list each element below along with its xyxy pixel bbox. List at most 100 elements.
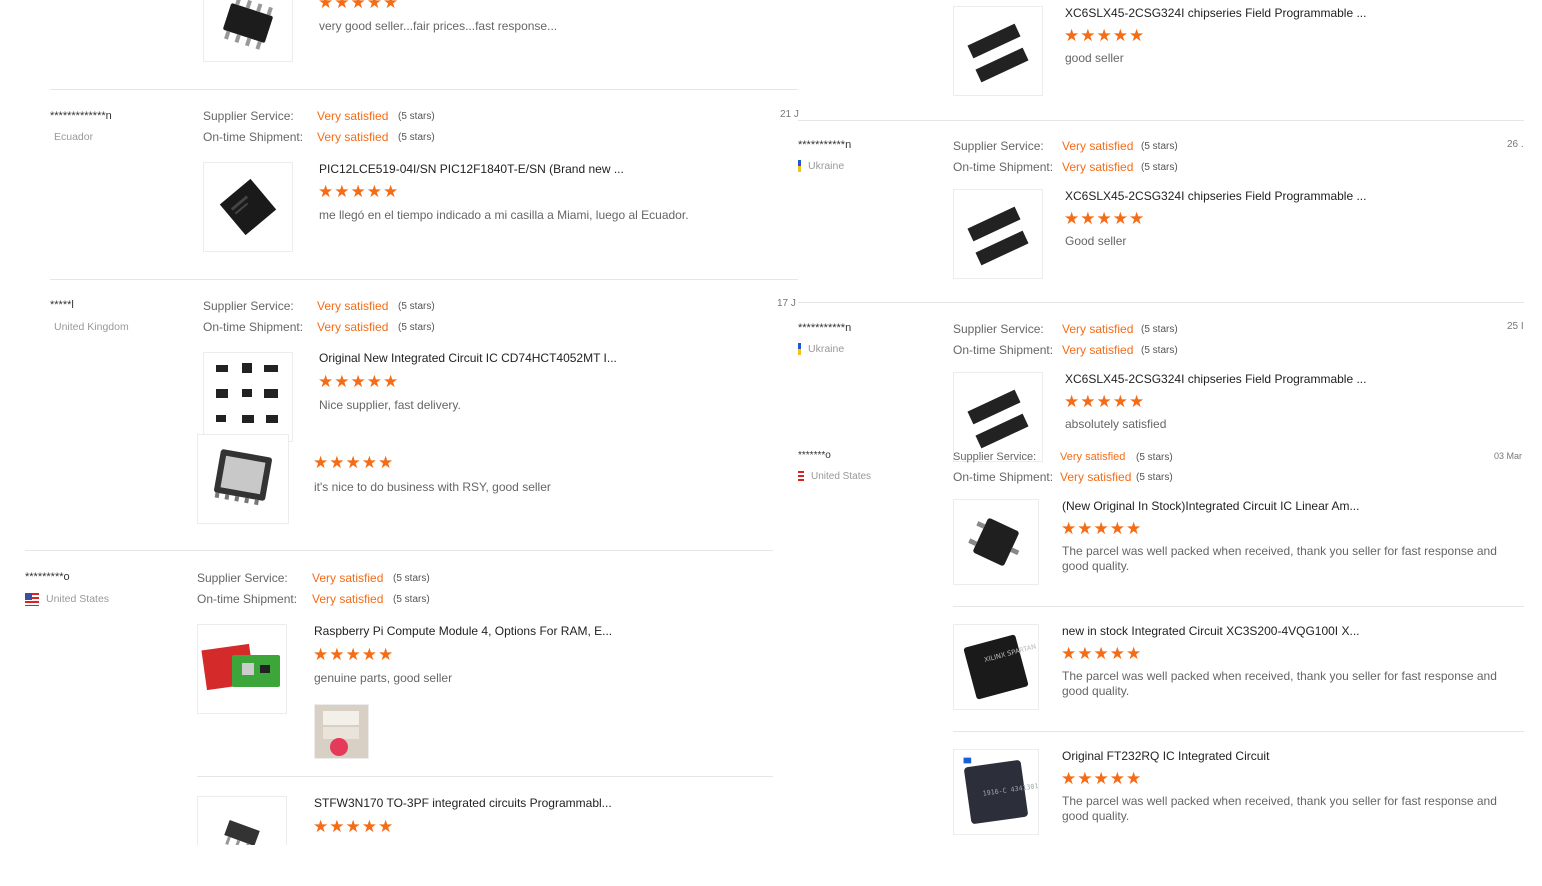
rating-stars: ★★★★★ (318, 372, 400, 391)
product-title[interactable]: XC6SLX45-2CSG324I chipseries Field Progr… (1065, 189, 1366, 203)
rating-stars: ★★★★★ (1064, 392, 1146, 411)
ukraine-flag-icon (798, 160, 801, 172)
reviewer-name: ***********n (798, 322, 852, 334)
supplier-service-label: Supplier Service: (953, 451, 1037, 463)
product-title[interactable]: PIC12LCE519-04I/SN PIC12F1840T-E/SN (Bra… (319, 162, 624, 176)
product-thumbnail[interactable] (203, 162, 293, 252)
review-photo[interactable] (314, 704, 369, 759)
divider (953, 606, 1524, 607)
product-title[interactable]: STFW3N170 TO-3PF integrated circuits Pro… (314, 796, 612, 810)
reviewer-name: *********o (25, 571, 70, 583)
star-count: (5 stars) (1141, 324, 1178, 335)
supplier-service-value: Very satisfied (317, 299, 389, 313)
supplier-service-value: Very satisfied (1062, 322, 1134, 336)
us-flag-icon (798, 471, 804, 483)
reviewer-country: United States (46, 593, 110, 605)
divider (50, 279, 798, 280)
product-thumbnail[interactable] (953, 372, 1043, 462)
rating-stars: ★★★★★ (1064, 209, 1146, 228)
rating-stars: ★★★★★ (1064, 26, 1146, 45)
product-thumbnail[interactable] (953, 6, 1043, 96)
ontime-shipment-label: On-time Shipment: (953, 470, 1054, 484)
product-thumbnail[interactable] (203, 352, 293, 442)
supplier-service-value: Very satisfied (312, 571, 384, 585)
rating-stars: ★★★★★ (1061, 644, 1143, 663)
star-count: (5 stars) (1141, 141, 1178, 152)
reviewer-name: *****l (50, 299, 74, 311)
product-thumbnail[interactable] (203, 0, 293, 62)
product-title[interactable]: (New Original In Stock)Integrated Circui… (1062, 499, 1359, 513)
product-thumbnail[interactable]: 1916-C 4341301 FT232RQ (953, 749, 1039, 835)
supplier-service-label: Supplier Service: (953, 139, 1044, 153)
ontime-shipment-label: On-time Shipment: (953, 160, 1054, 174)
rating-stars: ★★★★★ (313, 817, 395, 836)
reviewer-country: United States (811, 471, 872, 482)
review-date: 03 Mar (1494, 451, 1523, 461)
us-flag-icon (25, 593, 39, 606)
star-count: (5 stars) (398, 301, 435, 312)
product-thumbnail[interactable] (197, 434, 289, 524)
reviewer-name: ***********n (798, 139, 852, 151)
supplier-service-value: Very satisfied (1062, 139, 1134, 153)
product-title[interactable]: Original FT232RQ IC Integrated Circuit (1062, 749, 1269, 763)
rating-stars: ★★★★★ (1061, 519, 1143, 538)
star-count: (5 stars) (1136, 472, 1173, 483)
rating-stars: ★★★★★ (313, 453, 395, 472)
review-date: 17 J (777, 298, 796, 309)
review-comment: genuine parts, good seller (314, 671, 453, 685)
supplier-service-value: Very satisfied (317, 109, 389, 123)
review-comment: very good seller...fair prices...fast re… (319, 19, 558, 33)
product-title[interactable]: Raspberry Pi Compute Module 4, Options F… (314, 624, 612, 638)
ontime-shipment-label: On-time Shipment: (953, 343, 1054, 357)
product-thumbnail[interactable] (953, 189, 1043, 279)
reviewer-country: United Kingdom (54, 321, 129, 333)
reviewer-country: Ukraine (808, 160, 845, 172)
product-title[interactable]: Original New Integrated Circuit IC CD74H… (319, 351, 617, 365)
product-thumbnail[interactable]: XILINX SPARTAN (953, 624, 1039, 710)
review-comment: Good seller (1065, 234, 1127, 248)
review-date: 25 I (1507, 321, 1524, 332)
review-comment: good seller (1065, 51, 1124, 65)
product-thumbnail[interactable] (953, 499, 1039, 585)
product-title[interactable]: XC6SLX45-2CSG324I chipseries Field Progr… (1065, 372, 1366, 386)
ontime-shipment-value: Very satisfied (317, 130, 389, 144)
review-comment: The parcel was well packed when received… (1062, 669, 1497, 698)
rating-stars: ★★★★★ (318, 0, 400, 12)
review-date: 26 . (1507, 139, 1524, 150)
review-comment: absolutely satisfied (1065, 417, 1167, 431)
bottom-margin (0, 845, 1542, 886)
divider (25, 550, 773, 551)
ontime-shipment-label: On-time Shipment: (203, 320, 304, 334)
review-comment: The parcel was well packed when received… (1062, 794, 1497, 823)
ontime-shipment-value: Very satisfied (1062, 160, 1134, 174)
reviewer-country: Ecuador (54, 131, 94, 143)
review-date: 21 J (780, 109, 799, 120)
divider (798, 302, 1524, 303)
review-comment: Nice supplier, fast delivery. (319, 398, 461, 412)
star-count: (5 stars) (398, 322, 435, 333)
star-count: (5 stars) (398, 132, 435, 143)
divider (953, 731, 1524, 732)
supplier-service-label: Supplier Service: (203, 109, 294, 123)
product-title[interactable]: XC6SLX45-2CSG324I chipseries Field Progr… (1065, 6, 1366, 20)
review-comment: it's nice to do business with RSY, good … (314, 480, 551, 494)
star-count: (5 stars) (1141, 162, 1178, 173)
ukraine-flag-icon (798, 343, 801, 355)
supplier-service-value: Very satisfied (1060, 451, 1126, 463)
rating-stars: ★★★★★ (313, 645, 395, 664)
ontime-shipment-label: On-time Shipment: (203, 130, 304, 144)
ontime-shipment-value: Very satisfied (1060, 470, 1132, 484)
ontime-shipment-value: Very satisfied (312, 592, 384, 606)
reviewer-country: Ukraine (808, 343, 845, 355)
divider (798, 120, 1524, 121)
star-count: (5 stars) (1141, 345, 1178, 356)
review-comment: me llegó en el tiempo indicado a mi casi… (319, 208, 689, 222)
review-comment: The parcel was well packed when received… (1062, 544, 1497, 573)
ontime-shipment-value: Very satisfied (317, 320, 389, 334)
product-title[interactable]: new in stock Integrated Circuit XC3S200-… (1062, 624, 1359, 638)
star-count: (5 stars) (398, 111, 435, 122)
supplier-service-label: Supplier Service: (203, 299, 294, 313)
product-thumbnail[interactable] (197, 624, 287, 714)
supplier-service-label: Supplier Service: (953, 322, 1044, 336)
rating-stars: ★★★★★ (318, 182, 400, 201)
